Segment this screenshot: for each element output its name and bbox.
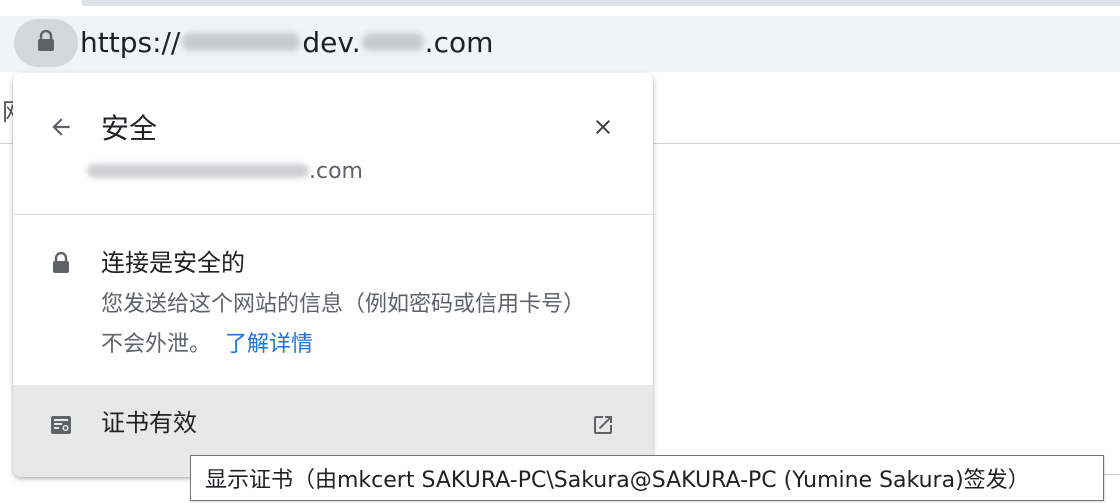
back-button[interactable] xyxy=(43,111,79,147)
redacted-domain xyxy=(87,164,309,178)
lock-icon xyxy=(49,251,73,275)
certificate-icon xyxy=(47,411,75,439)
connection-status-section: 连接是安全的 您发送给这个网站的信息（例如密码或信用卡号）不会外泄。 了解详情 xyxy=(13,215,653,385)
site-info-button[interactable] xyxy=(14,19,78,67)
lock-icon xyxy=(37,29,55,56)
page-divider-right xyxy=(1104,474,1120,475)
url-host-part: dev. xyxy=(302,25,361,59)
redacted-domain xyxy=(361,33,424,51)
certificate-label: 证书有效 xyxy=(101,409,197,437)
close-button[interactable] xyxy=(585,111,621,147)
certificate-tooltip: 显示证书（由mkcert SAKURA-PC\Sakura@SAKURA-PC … xyxy=(190,455,1104,501)
url-text[interactable]: https:// dev. .com xyxy=(80,24,493,60)
close-icon xyxy=(591,115,615,143)
site-info-popup: 安全 .com 连接是安全的 您发送给这个网站的信息（例如密码或信用卡号）不会外… xyxy=(13,73,653,477)
popup-header: 安全 .com xyxy=(13,73,653,214)
open-in-new-icon xyxy=(589,411,617,439)
site-domain: .com xyxy=(87,155,363,187)
connection-status-description: 您发送给这个网站的信息（例如密码或信用卡号）不会外泄。 了解详情 xyxy=(101,285,601,365)
url-prefix: https:// xyxy=(80,25,181,59)
site-domain-suffix: .com xyxy=(309,158,363,184)
url-suffix: .com xyxy=(424,25,494,59)
learn-more-link[interactable]: 了解详情 xyxy=(225,332,313,357)
redacted-host xyxy=(182,33,301,51)
connection-status-text: 您发送给这个网站的信息（例如密码或信用卡号）不会外泄。 xyxy=(101,292,586,357)
arrow-back-icon xyxy=(48,114,74,144)
connection-status-title: 连接是安全的 xyxy=(101,249,245,277)
popup-title: 安全 xyxy=(101,112,158,145)
tab-strip-edge xyxy=(82,0,1120,6)
